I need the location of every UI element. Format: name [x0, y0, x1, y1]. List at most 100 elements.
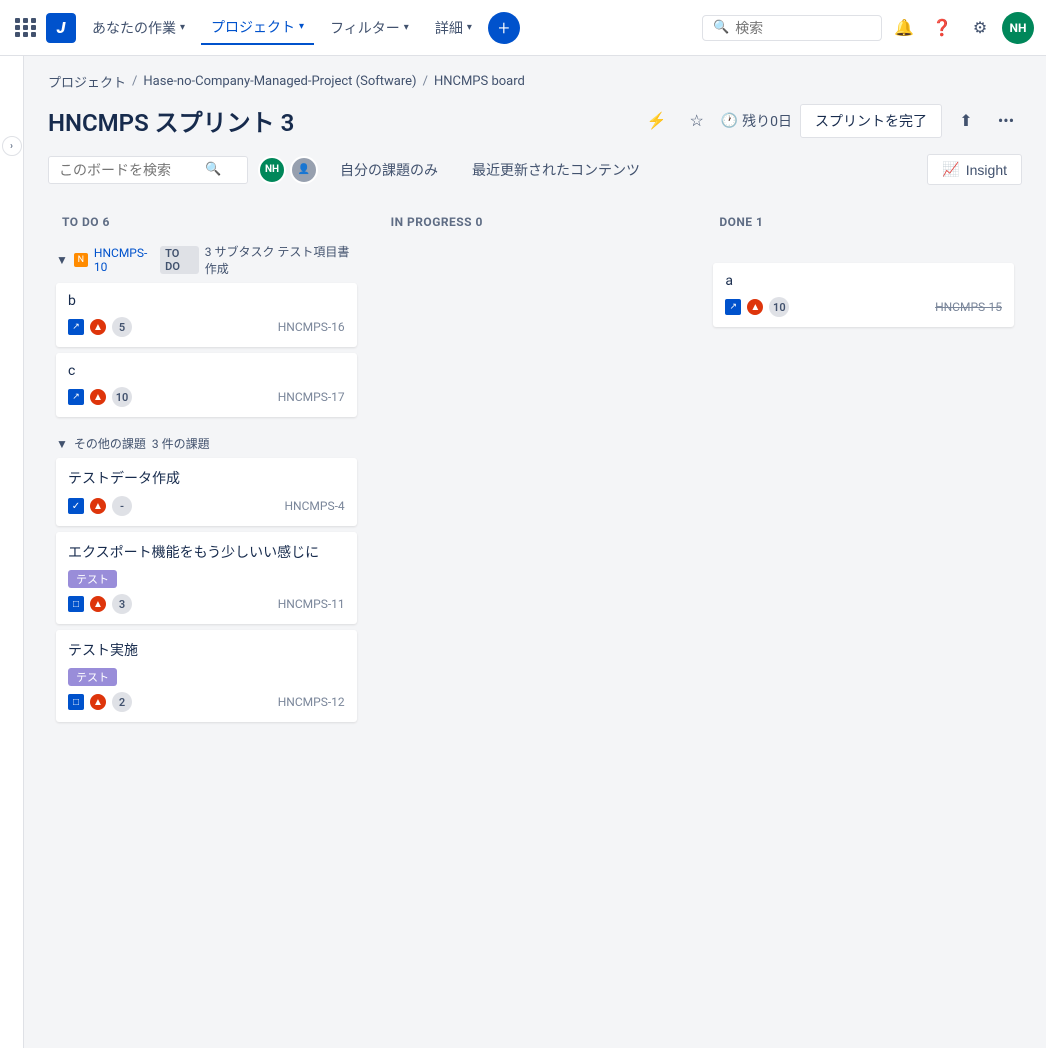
- chevron-down-icon: ▾: [299, 21, 304, 32]
- user-avatar[interactable]: NH: [1002, 12, 1034, 44]
- star-icon-button[interactable]: ☆: [681, 105, 713, 137]
- card-title: エクスポート機能をもう少しいい感じに: [68, 542, 345, 562]
- epic-type-icon: N: [74, 253, 88, 267]
- epic-group-label[interactable]: ▼ N HNCMPS-10 TO DO 3 サブタスク テスト項目書作成: [56, 239, 357, 283]
- epic-link[interactable]: HNCMPS-10: [94, 246, 154, 274]
- search-icon: 🔍: [713, 20, 729, 35]
- nav-projects[interactable]: プロジェクト ▾: [201, 11, 314, 45]
- story-points-badge: 5: [112, 317, 132, 337]
- card-id: HNCMPS-15: [935, 300, 1002, 314]
- priority-icon: ▲: [90, 389, 106, 405]
- search-input[interactable]: [735, 20, 855, 36]
- more-options-button[interactable]: •••: [990, 105, 1022, 137]
- card-title: b: [68, 293, 345, 309]
- sprint-complete-button[interactable]: スプリントを完了: [800, 104, 942, 138]
- page-header: HNCMPS スプリント 3 ⚡ ☆ 🕐 残り0日 スプリントを完了 ⬆ •••: [48, 103, 1022, 138]
- settings-button[interactable]: ⚙: [964, 12, 996, 44]
- epic-group: ▼ N HNCMPS-10 TO DO 3 サブタスク テスト項目書作成 b ↗…: [48, 239, 365, 431]
- breadcrumb-project-name[interactable]: Hase-no-Company-Managed-Project (Softwar…: [143, 74, 416, 89]
- card-hncmps-4[interactable]: テストデータ作成 ✓ ▲ - HNCMPS-4: [56, 458, 357, 526]
- card-hncmps-11[interactable]: エクスポート機能をもう少しいい感じに テスト □ ▲ 3 HNCMPS-11: [56, 532, 357, 624]
- notifications-button[interactable]: 🔔: [888, 12, 920, 44]
- share-icon-button[interactable]: ⬆: [950, 105, 982, 137]
- global-search[interactable]: 🔍: [702, 15, 882, 41]
- page-header-actions: ⚡ ☆ 🕐 残り0日 スプリントを完了 ⬆ •••: [641, 104, 1022, 138]
- tag-badge: テスト: [68, 668, 117, 686]
- issue-type-icon: ✓: [68, 498, 84, 514]
- card-hncmps-17[interactable]: c ↗ ▲ 10 HNCMPS-17: [56, 353, 357, 417]
- card-hncmps-16[interactable]: b ↗ ▲ 5 HNCMPS-16: [56, 283, 357, 347]
- epic-status-badge: TO DO: [160, 246, 199, 274]
- apps-button[interactable]: [12, 14, 40, 42]
- card-title: テスト実施: [68, 640, 345, 660]
- issue-type-icon: □: [68, 694, 84, 710]
- issue-type-icon: ↗: [68, 389, 84, 405]
- inprogress-cards-area: [377, 239, 694, 539]
- nav-my-work[interactable]: あなたの作業 ▾: [82, 12, 195, 44]
- done-epic-group: a ↗ ▲ 10 HNCMPS-15: [705, 239, 1022, 341]
- priority-icon: ▲: [747, 299, 763, 315]
- done-column: DONE 1 a ↗ ▲ 10 HNCMPS-15: [705, 205, 1022, 405]
- chevron-down-icon: ▾: [467, 22, 472, 33]
- other-group-label[interactable]: ▼ その他の課題 3 件の課題: [56, 431, 357, 458]
- card-title: c: [68, 363, 345, 379]
- board-search[interactable]: 🔍: [48, 156, 248, 184]
- card-id: HNCMPS-11: [278, 597, 345, 611]
- search-icon: 🔍: [205, 162, 221, 177]
- chevron-down-icon: ▾: [180, 22, 185, 33]
- my-issues-filter[interactable]: 自分の課題のみ: [328, 155, 450, 185]
- card-footer: □ ▲ 3 HNCMPS-11: [68, 594, 345, 614]
- toolbar: 🔍 NH 👤 自分の課題のみ 最近更新されたコンテンツ 📈 Insight: [48, 154, 1022, 185]
- issue-type-icon: ↗: [725, 299, 741, 315]
- story-points-badge: 2: [112, 692, 132, 712]
- priority-icon: ▲: [90, 319, 106, 335]
- card-id: HNCMPS-17: [278, 390, 345, 404]
- collapse-sidebar-button[interactable]: ›: [2, 136, 22, 156]
- card-hncmps-12[interactable]: テスト実施 テスト □ ▲ 2 HNCMPS-12: [56, 630, 357, 722]
- story-points-badge: 10: [769, 297, 789, 317]
- chevron-down-icon: ▾: [404, 22, 409, 33]
- card-footer: ↗ ▲ 5 HNCMPS-16: [68, 317, 345, 337]
- recent-content-filter[interactable]: 最近更新されたコンテンツ: [460, 155, 652, 185]
- inprogress-column: IN PROGRESS 0: [377, 205, 694, 539]
- card-title: テストデータ作成: [68, 468, 345, 488]
- page-title: HNCMPS スプリント 3: [48, 103, 294, 138]
- lightning-icon-button[interactable]: ⚡: [641, 105, 673, 137]
- breadcrumb: プロジェクト / Hase-no-Company-Managed-Project…: [48, 72, 1022, 91]
- all-users-avatar[interactable]: 👤: [290, 156, 318, 184]
- insight-button[interactable]: 📈 Insight: [927, 154, 1022, 185]
- card-title: a: [725, 273, 1002, 289]
- sprint-board: TO DO 6 ▼ N HNCMPS-10 TO DO 3 サブタスク テスト項…: [48, 205, 1022, 736]
- inprogress-column-header: IN PROGRESS 0: [377, 205, 694, 239]
- days-remaining: 🕐 残り0日: [721, 111, 792, 131]
- logo[interactable]: J: [46, 13, 76, 43]
- collapse-arrow-icon: ▼: [56, 253, 68, 267]
- breadcrumb-board[interactable]: HNCMPS board: [434, 74, 525, 89]
- other-group-count: 3 件の課題: [152, 435, 210, 452]
- issue-type-icon: □: [68, 596, 84, 612]
- breadcrumb-projects[interactable]: プロジェクト: [48, 72, 126, 91]
- card-footer: ↗ ▲ 10 HNCMPS-15: [725, 297, 1002, 317]
- card-id: HNCMPS-4: [284, 499, 344, 513]
- card-footer: ✓ ▲ - HNCMPS-4: [68, 496, 345, 516]
- story-points-badge: 10: [112, 387, 132, 407]
- collapse-arrow-icon: ▼: [56, 437, 68, 451]
- avatar-group: NH 👤: [258, 156, 318, 184]
- help-button[interactable]: ❓: [926, 12, 958, 44]
- card-hncmps-15[interactable]: a ↗ ▲ 10 HNCMPS-15: [713, 263, 1014, 327]
- done-column-header: DONE 1: [705, 205, 1022, 239]
- priority-icon: ▲: [90, 694, 106, 710]
- sidebar-toggle: ›: [0, 56, 24, 1048]
- user-avatar-filter[interactable]: NH: [258, 156, 286, 184]
- other-issues-group: ▼ その他の課題 3 件の課題 テストデータ作成 ✓ ▲ - HNCMPS-4: [48, 431, 365, 736]
- create-button[interactable]: +: [488, 12, 520, 44]
- nav-filters[interactable]: フィルター ▾: [320, 12, 419, 44]
- board-search-input[interactable]: [59, 162, 199, 178]
- main-content: プロジェクト / Hase-no-Company-Managed-Project…: [24, 56, 1046, 1048]
- card-footer: □ ▲ 2 HNCMPS-12: [68, 692, 345, 712]
- nav-details[interactable]: 詳細 ▾: [425, 12, 482, 44]
- subtask-text: 3 サブタスク テスト項目書作成: [205, 243, 357, 277]
- card-id: HNCMPS-16: [278, 320, 345, 334]
- priority-icon: ▲: [90, 596, 106, 612]
- story-points-badge: -: [112, 496, 132, 516]
